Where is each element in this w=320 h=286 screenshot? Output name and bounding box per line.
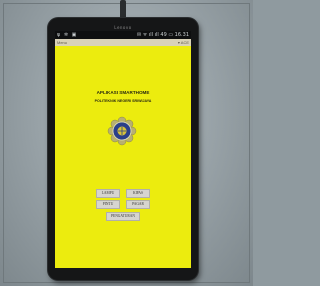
lampu-button[interactable]: LAMPU	[96, 189, 120, 198]
pengaturan-button[interactable]: PENGATURAN	[106, 212, 140, 221]
app-screen: APLIKASI SMARTHOME POLITEKNIK NEGERI SRI…	[55, 46, 191, 268]
action-bar: Menu ▾ ACE	[55, 39, 191, 46]
status-bar: ψ ✲ ▣ ✉ ᯤ ıll ıll 49 ▭ 16.31	[55, 31, 191, 39]
status-icons-left: ψ ✲ ▣	[57, 32, 78, 38]
kipas-button[interactable]: KIPAS	[126, 189, 150, 198]
university-emblem-icon	[107, 116, 137, 146]
action-bar-title: Menu	[57, 40, 68, 45]
action-bar-menu[interactable]: ▾ ACE	[178, 40, 189, 45]
brand-label: Lenovo	[114, 25, 132, 30]
app-title: APLIKASI SMARTHOME	[96, 90, 150, 95]
pagar-button[interactable]: PAGAR	[126, 200, 150, 209]
smartphone: Lenovo ψ ✲ ▣ ✉ ᯤ ıll ıll 49 ▭ 16.31 Menu…	[48, 18, 198, 280]
app-subtitle: POLITEKNIK NEGERI SRIWIJAYA	[94, 99, 152, 103]
pintu-button[interactable]: PINTU	[96, 200, 120, 209]
status-icons-right: ✉ ᯤ ıll ıll 49 ▭ 16.31	[136, 32, 189, 38]
navigation-bar	[55, 268, 191, 276]
